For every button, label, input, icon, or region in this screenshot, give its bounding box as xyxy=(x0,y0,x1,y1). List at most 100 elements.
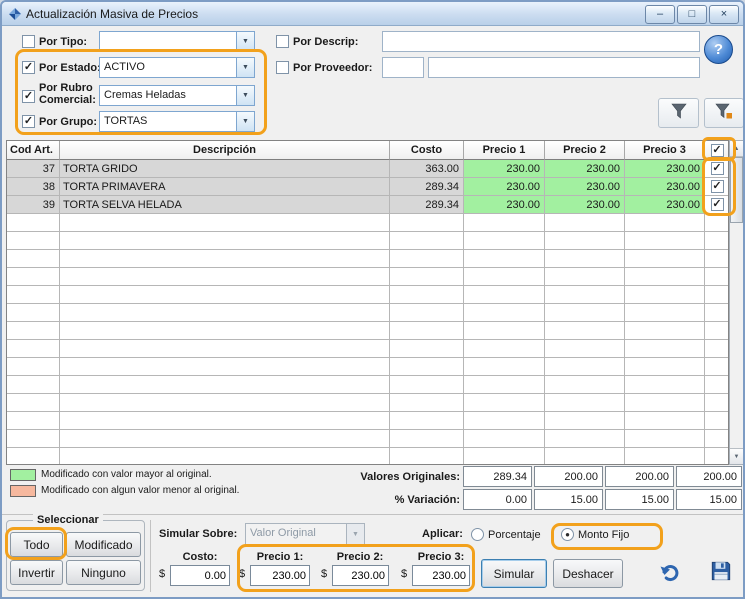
check-icon: ✓ xyxy=(712,199,721,210)
por-estado-select[interactable]: ACTIVO xyxy=(99,57,255,78)
maximize-button[interactable]: □ xyxy=(677,5,707,24)
cell-precio2: 230.00 xyxy=(545,160,625,178)
empty-cell xyxy=(625,358,705,376)
col-header-precio3[interactable]: Precio 3 xyxy=(625,141,705,160)
col-header-costo[interactable]: Costo xyxy=(390,141,464,160)
empty-cell xyxy=(390,358,464,376)
empty-cell xyxy=(7,412,60,430)
empty-cell xyxy=(464,376,545,394)
por-tipo-checkbox[interactable] xyxy=(22,35,35,48)
empty-cell xyxy=(60,376,390,394)
empty-cell xyxy=(390,412,464,430)
table-row-empty xyxy=(7,232,728,250)
empty-cell xyxy=(705,448,729,465)
table-row-empty xyxy=(7,394,728,412)
undo-button[interactable] xyxy=(652,562,685,589)
filter-apply-button[interactable] xyxy=(704,98,744,128)
empty-cell xyxy=(390,214,464,232)
empty-cell xyxy=(705,430,729,448)
chevron-down-icon[interactable] xyxy=(236,32,254,51)
simular-button[interactable]: Simular xyxy=(481,559,547,588)
por-proveedor-code-input[interactable] xyxy=(382,57,424,78)
empty-cell xyxy=(625,232,705,250)
precio3-input-label: Precio 3: xyxy=(412,551,470,563)
window-title: Actualización Masiva de Precios xyxy=(26,7,198,21)
porcentaje-label[interactable]: Porcentaje xyxy=(488,529,541,542)
chevron-down-icon[interactable] xyxy=(236,58,254,77)
select-all-checkbox[interactable]: ✓ xyxy=(711,144,724,157)
monto-fijo-radio[interactable]: ● xyxy=(561,528,574,541)
scroll-up-icon[interactable]: ▲ xyxy=(730,141,743,157)
save-button[interactable] xyxy=(701,557,741,590)
close-icon: × xyxy=(721,9,727,20)
por-rubro-checkbox[interactable]: ✓ xyxy=(22,90,35,103)
precio3-input[interactable] xyxy=(412,565,470,586)
close-button[interactable]: × xyxy=(709,5,739,24)
scrollbar-thumb[interactable] xyxy=(730,157,743,223)
por-proveedor-checkbox[interactable] xyxy=(276,61,289,74)
legend-lesser-swatch xyxy=(10,485,36,497)
filter-button[interactable] xyxy=(658,98,699,128)
por-estado-checkbox[interactable]: ✓ xyxy=(22,61,35,74)
todo-button[interactable]: Todo xyxy=(10,532,63,557)
cell-precio2: 230.00 xyxy=(545,196,625,214)
empty-cell xyxy=(60,340,390,358)
empty-cell xyxy=(60,286,390,304)
empty-cell xyxy=(7,250,60,268)
empty-cell xyxy=(625,412,705,430)
precio1-input[interactable] xyxy=(250,565,310,586)
col-header-precio1[interactable]: Precio 1 xyxy=(464,141,545,160)
cell-precio3: 230.00 xyxy=(625,196,705,214)
empty-cell xyxy=(60,322,390,340)
por-rubro-label: Por Rubro Comercial: xyxy=(39,82,101,106)
por-grupo-checkbox[interactable]: ✓ xyxy=(22,115,35,128)
col-header-cod[interactable]: Cod Art. xyxy=(7,141,60,160)
minimize-button[interactable]: – xyxy=(645,5,675,24)
check-icon: ✓ xyxy=(712,181,721,192)
seleccionar-title: Seleccionar xyxy=(33,513,103,527)
help-button[interactable]: ? xyxy=(704,35,733,64)
por-rubro-select[interactable]: Cremas Heladas xyxy=(99,85,255,106)
cell-select: ✓ xyxy=(705,160,729,178)
modificado-button[interactable]: Modificado xyxy=(66,532,141,557)
deshacer-button[interactable]: Deshacer xyxy=(553,559,623,588)
empty-cell xyxy=(705,358,729,376)
empty-cell xyxy=(60,268,390,286)
chevron-down-icon[interactable] xyxy=(236,112,254,131)
porcentaje-radio[interactable] xyxy=(471,528,484,541)
empty-cell xyxy=(545,322,625,340)
check-icon: ✓ xyxy=(24,116,33,127)
precio1-input-label: Precio 1: xyxy=(250,551,310,563)
table-row[interactable]: 38 TORTA PRIMAVERA 289.34 230.00 230.00 … xyxy=(7,178,728,196)
row-select-checkbox[interactable]: ✓ xyxy=(711,162,724,175)
col-header-desc[interactable]: Descripción xyxy=(60,141,390,160)
title-bar[interactable]: Actualización Masiva de Precios – □ × xyxy=(2,2,743,26)
empty-cell xyxy=(625,304,705,322)
empty-cell xyxy=(705,394,729,412)
scroll-down-icon[interactable]: ▼ xyxy=(730,448,743,464)
table-row[interactable]: 39 TORTA SELVA HELADA 289.34 230.00 230.… xyxy=(7,196,728,214)
costo-input[interactable] xyxy=(170,565,230,586)
col-header-precio2[interactable]: Precio 2 xyxy=(545,141,625,160)
por-tipo-value xyxy=(100,32,236,51)
por-tipo-select[interactable] xyxy=(99,31,255,52)
por-grupo-select[interactable]: TORTAS xyxy=(99,111,255,132)
invertir-button[interactable]: Invertir xyxy=(10,560,63,585)
vertical-scrollbar[interactable]: ▲ ▼ xyxy=(729,140,744,465)
chevron-down-icon[interactable] xyxy=(236,86,254,105)
row-select-checkbox[interactable]: ✓ xyxy=(711,198,724,211)
por-descrip-checkbox[interactable] xyxy=(276,35,289,48)
original-precio3-box: 200.00 xyxy=(676,466,742,487)
por-descrip-label: Por Descrip: xyxy=(293,36,358,48)
row-select-checkbox[interactable]: ✓ xyxy=(711,180,724,193)
por-proveedor-name-input[interactable] xyxy=(428,57,700,78)
monto-fijo-label[interactable]: Monto Fijo xyxy=(578,529,629,542)
precio2-input[interactable] xyxy=(332,565,389,586)
empty-cell xyxy=(390,340,464,358)
empty-cell xyxy=(7,358,60,376)
empty-cell xyxy=(545,394,625,412)
ninguno-button[interactable]: Ninguno xyxy=(66,560,141,585)
table-row[interactable]: 37 TORTA GRIDO 363.00 230.00 230.00 230.… xyxy=(7,160,728,178)
por-descrip-input[interactable] xyxy=(382,31,700,52)
empty-cell xyxy=(464,214,545,232)
